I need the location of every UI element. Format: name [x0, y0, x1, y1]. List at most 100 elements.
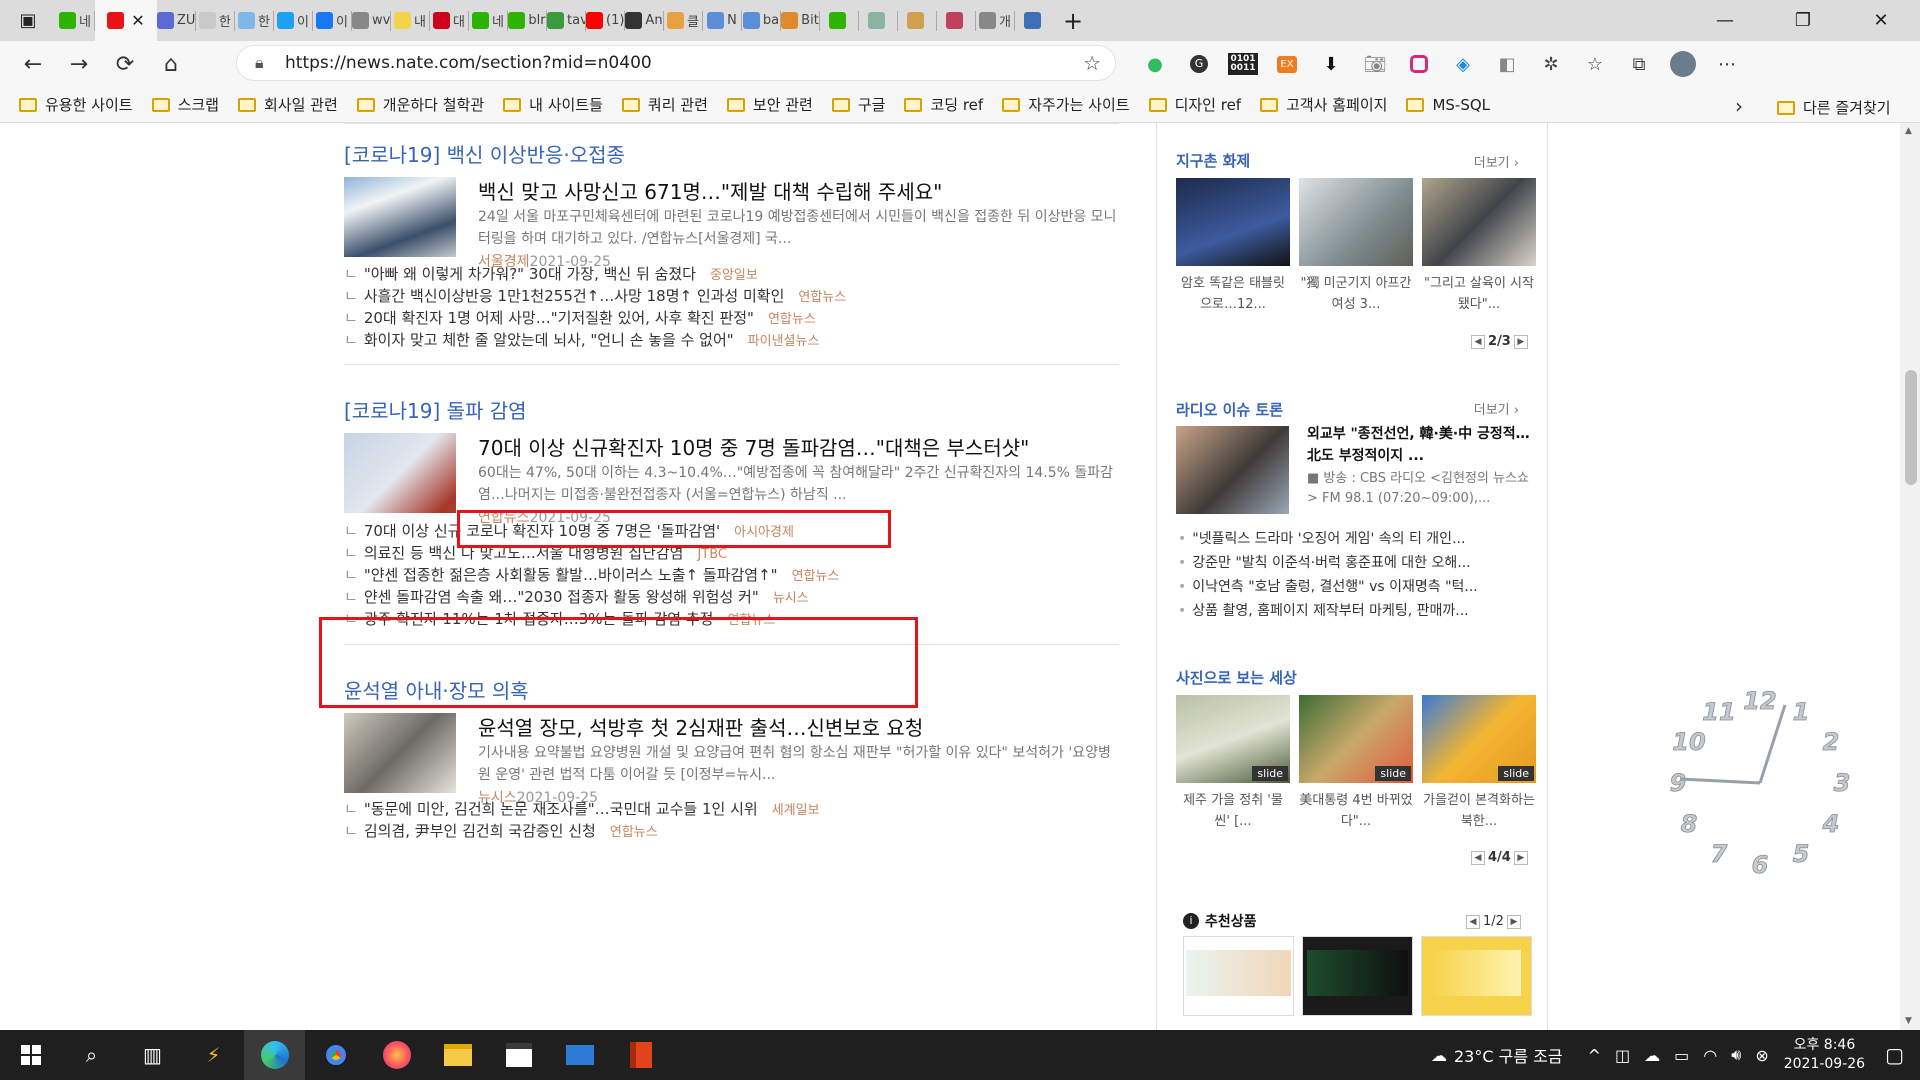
minimize-button[interactable]: —: [1686, 0, 1764, 41]
article-thumbnail[interactable]: [344, 433, 456, 513]
photo-thumbnail[interactable]: slide: [1422, 695, 1536, 783]
tab-actions-icon[interactable]: ▣: [0, 0, 56, 41]
favorite-folder[interactable]: MS-SQL: [1406, 96, 1490, 114]
browser-tab[interactable]: [820, 0, 858, 41]
favorite-folder[interactable]: 자주가는 사이트: [1002, 94, 1130, 115]
photo-caption[interactable]: "그리고 살육이 시작됐다"...: [1422, 273, 1536, 315]
browser-tab[interactable]: [1015, 0, 1053, 41]
related-link[interactable]: ㄴ 화이자 맞고 체한 줄 알았는데 뇌사, "언니 손 놓을 수 없어" 파이낸셜…: [344, 329, 819, 350]
new-tab-button[interactable]: +: [1053, 7, 1093, 35]
close-button[interactable]: ✕: [1842, 0, 1920, 41]
camera-icon[interactable]: 📷︎: [1353, 41, 1397, 87]
photo-card[interactable]: slide 제주 가을 정취 '물씬' [...: [1176, 695, 1290, 832]
favorite-folder[interactable]: 회사일 관련: [237, 94, 338, 115]
section-title[interactable]: [코로나19] 백신 이상반응·오접종: [344, 139, 625, 168]
photo-caption[interactable]: "獨 미군기지 아프간 여성 3...: [1299, 273, 1413, 315]
show-hidden-icons-icon[interactable]: ^: [1588, 1046, 1601, 1065]
browser-tab[interactable]: 이: [313, 0, 351, 41]
clock[interactable]: 오후 8:46 2021-09-26: [1784, 1036, 1865, 1074]
related-link[interactable]: ㄴ 김의겸, 尹부인 김건희 국감증인 신청 연합뉴스: [344, 820, 658, 841]
article-headline[interactable]: 백신 맞고 사망신고 671명…"제발 대책 수립해 주세요": [478, 176, 942, 205]
favorite-folder[interactable]: 내 사이트들: [503, 94, 603, 115]
favorite-folder[interactable]: 코딩 ref: [904, 94, 983, 115]
chrome-icon[interactable]: [305, 1030, 366, 1080]
browser-tab[interactable]: 한: [196, 0, 234, 41]
related-link[interactable]: ㄴ 20대 확진자 1명 어제 사망…"기저질환 있어, 사후 확진 판정" 연합뉴…: [344, 307, 816, 328]
favorite-folder[interactable]: 스크랩: [151, 94, 219, 115]
favorite-folder[interactable]: 유용한 사이트: [19, 94, 133, 115]
next-page-icon[interactable]: ▶: [1513, 850, 1528, 865]
browser-tab[interactable]: 이: [274, 0, 312, 41]
forward-button[interactable]: →: [56, 44, 102, 84]
restore-button[interactable]: ❐: [1764, 0, 1842, 41]
profile-icon[interactable]: [1661, 41, 1705, 87]
photo-card[interactable]: 암호 똑같은 태블릿으로…12...: [1176, 178, 1290, 315]
browser-tab[interactable]: [898, 0, 936, 41]
office-icon[interactable]: [610, 1030, 671, 1080]
address-bar[interactable]: 🔒︎ https://news.nate.com/section?mid=n04…: [236, 45, 1116, 81]
favorite-folder[interactable]: 구글: [831, 94, 885, 115]
next-page-icon[interactable]: ▶: [1513, 334, 1528, 349]
photo-thumbnail[interactable]: [1299, 178, 1413, 266]
radio-topic-link[interactable]: • 상품 촬영, 홈페이지 제작부터 마케팅, 판매까...: [1178, 600, 1528, 620]
prev-page-icon[interactable]: ◀: [1466, 914, 1480, 929]
search-icon[interactable]: ⌕: [61, 1030, 122, 1080]
product-card[interactable]: [1421, 936, 1532, 1016]
back-button[interactable]: ←: [10, 44, 56, 84]
browser-tab[interactable]: An: [625, 0, 663, 41]
refresh-button[interactable]: ⟳: [102, 44, 148, 84]
puzzle-icon[interactable]: ✲: [1529, 41, 1573, 87]
scrollbar[interactable]: ▲ ▼: [1900, 123, 1920, 1030]
store-icon[interactable]: [488, 1030, 549, 1080]
browser-tab[interactable]: ZU: [157, 0, 195, 41]
product-card[interactable]: [1302, 936, 1413, 1016]
radio-more-link[interactable]: 더보기 ›: [1474, 399, 1519, 418]
related-link[interactable]: ㄴ "얀센 접종한 젊은층 사회활동 활발…바이러스 노출↑ 돌파감염↑" 연합뉴스: [344, 564, 839, 585]
photo-caption[interactable]: 제주 가을 정취 '물씬' [...: [1176, 790, 1290, 832]
article-headline[interactable]: 70대 이상 신규확진자 10명 중 7명 돌파감염…"대책은 부스터샷": [478, 432, 1029, 461]
mail-icon[interactable]: [549, 1030, 610, 1080]
global-more-link[interactable]: 더보기 ›: [1474, 152, 1519, 171]
winamp-icon[interactable]: ⚡: [183, 1030, 244, 1080]
browser-tab[interactable]: (1): [586, 0, 624, 41]
browser-tab[interactable]: 클: [664, 0, 702, 41]
favorites-icon[interactable]: ☆: [1573, 41, 1617, 87]
photo-card[interactable]: slide 美대통령 4번 바뀌었다"...: [1299, 695, 1413, 832]
radio-thumbnail[interactable]: [1176, 426, 1289, 514]
instagram-icon[interactable]: [1397, 41, 1441, 87]
favorites-overflow-button[interactable]: ›: [1735, 94, 1743, 118]
browser-tab[interactable]: wv: [352, 0, 390, 41]
notifications-icon[interactable]: ▢: [1885, 1043, 1904, 1067]
article-thumbnail[interactable]: [344, 177, 456, 257]
browser-tab[interactable]: [859, 0, 897, 41]
browser-tab[interactable]: tav: [547, 0, 585, 41]
photo-card[interactable]: "獨 미군기지 아프간 여성 3...: [1299, 178, 1413, 315]
prev-page-icon[interactable]: ◀: [1471, 334, 1485, 349]
volume-icon[interactable]: 🔊︎: [1731, 1045, 1741, 1065]
photo-card[interactable]: slide 가을걷이 본격화하는 북한...: [1422, 695, 1536, 832]
browser-tab[interactable]: blr: [508, 0, 546, 41]
photo-thumbnail[interactable]: slide: [1299, 695, 1413, 783]
more-icon[interactable]: ⋯: [1705, 41, 1749, 87]
photo-caption[interactable]: 가을걷이 본격화하는 북한...: [1422, 790, 1536, 832]
next-page-icon[interactable]: ▶: [1506, 914, 1521, 929]
favorite-folder[interactable]: 보안 관련: [726, 94, 813, 115]
favorite-folder[interactable]: 개운하다 철학관: [356, 94, 484, 115]
add-favorite-icon[interactable]: ☆: [1083, 51, 1101, 75]
ime-icon[interactable]: ⊗: [1755, 1046, 1768, 1065]
home-button[interactable]: ⌂: [148, 44, 194, 84]
browser-tab[interactable]: 대: [430, 0, 468, 41]
photo-card[interactable]: "그리고 살육이 시작됐다"...: [1422, 178, 1536, 315]
radio-topic-link[interactable]: • "넷플릭스 드라마 '오징어 게임' 속의 티 개인...: [1178, 528, 1528, 548]
radio-topic-link[interactable]: • 이낙연측 "호남 출렁, 결선행" vs 이재명측 "턱...: [1178, 576, 1528, 596]
task-view-icon[interactable]: ▥: [122, 1030, 183, 1080]
rss-icon[interactable]: ◧: [1485, 41, 1529, 87]
scroll-up-icon[interactable]: ▲: [1905, 126, 1912, 136]
photo-thumbnail[interactable]: [1422, 178, 1536, 266]
pocket-icon[interactable]: ⬇: [1309, 41, 1353, 87]
evernote-icon[interactable]: ●: [1133, 41, 1177, 87]
related-link[interactable]: ㄴ "아빠 왜 이렇게 차가워?" 30대 가장, 백신 뒤 숨졌다 중앙일보: [344, 263, 758, 284]
browser-tab[interactable]: 내: [391, 0, 429, 41]
scroll-down-icon[interactable]: ▼: [1905, 1016, 1912, 1026]
browser-tab[interactable]: Bit: [781, 0, 819, 41]
